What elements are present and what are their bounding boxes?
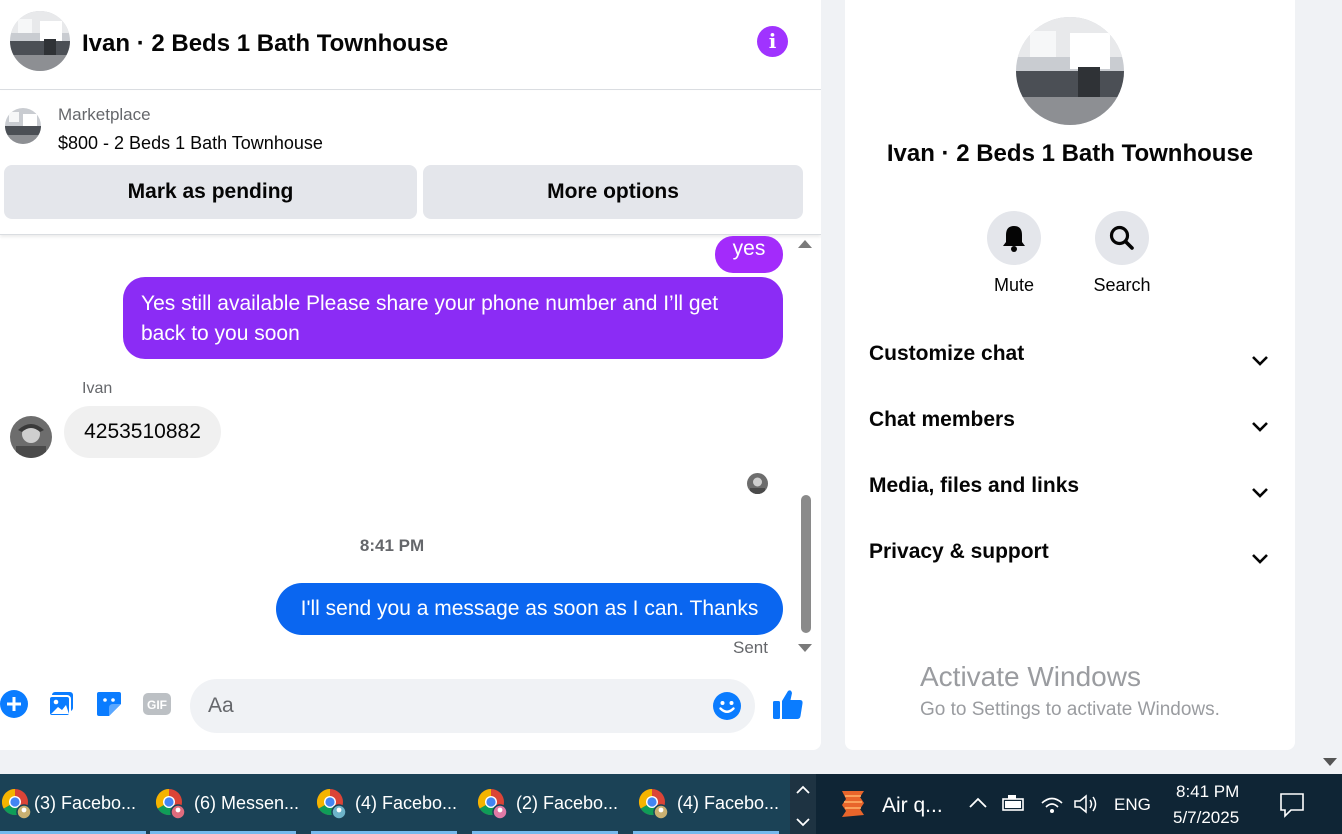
- scrollbar-thumb[interactable]: [801, 495, 811, 633]
- section-customize-chat[interactable]: Customize chat: [869, 342, 1269, 382]
- message-timestamp: 8:41 PM: [359, 536, 425, 555]
- chat-panel: Ivan · 2 Beds 1 Bath Townhouse i Marketp…: [0, 0, 821, 750]
- taskbar-item-label: (6) Messen...: [194, 793, 300, 813]
- mark-as-pending-button[interactable]: Mark as pending: [4, 165, 417, 219]
- chrome-icon: [154, 787, 188, 821]
- taskbar-apps: (3) Facebo... (6) Messen... (4) Facebo..…: [0, 774, 790, 834]
- details-title: Ivan · 2 Beds 1 Bath Townhouse: [886, 140, 1254, 167]
- chrome-icon: [0, 787, 34, 821]
- message-composer: GIF: [0, 662, 821, 750]
- section-chat-members[interactable]: Chat members: [869, 408, 1269, 448]
- taskbar-item[interactable]: (4) Facebo...: [311, 774, 457, 834]
- conversation-details-panel: Ivan · 2 Beds 1 Bath Townhouse Mute Sear…: [845, 0, 1295, 750]
- marketplace-label: Marketplace: [58, 105, 151, 124]
- notification-icon[interactable]: [1278, 791, 1306, 824]
- section-label: Chat members: [869, 408, 1015, 431]
- chevron-down-icon: [1251, 416, 1269, 440]
- language-indicator[interactable]: ENG: [1114, 795, 1151, 815]
- page-scroll-down-arrow[interactable]: [1323, 758, 1337, 766]
- taskbar-scroll: [790, 774, 816, 834]
- thumbs-up-icon[interactable]: [772, 688, 804, 720]
- outgoing-message: I'll send you a message as soon as I can…: [276, 583, 783, 635]
- taskbar-item[interactable]: (2) Facebo...: [472, 774, 618, 834]
- outgoing-message: Yes still available Please share your ph…: [123, 277, 783, 359]
- mute-label: Mute: [993, 275, 1035, 295]
- chrome-icon: [476, 787, 510, 821]
- weather-icon[interactable]: [836, 787, 870, 826]
- watermark-subtitle: Go to Settings to activate Windows.: [920, 699, 1220, 720]
- taskbar-item-label: (4) Facebo...: [677, 793, 780, 813]
- chevron-down-icon: [1251, 548, 1269, 572]
- section-label: Customize chat: [869, 342, 1025, 365]
- taskbar-item-label: (3) Facebo...: [34, 793, 137, 813]
- wifi-icon[interactable]: [1040, 794, 1064, 819]
- battery-icon[interactable]: [1000, 794, 1026, 819]
- chevron-down-icon[interactable]: [796, 814, 810, 832]
- taskbar-item[interactable]: (3) Facebo...: [0, 774, 146, 834]
- search-label: Search: [1093, 275, 1151, 295]
- message-input[interactable]: [208, 679, 708, 733]
- read-receipt-avatar: [747, 473, 768, 494]
- section-label: Media, files and links: [869, 474, 1080, 497]
- chrome-icon: [637, 787, 671, 821]
- clock-date[interactable]: 5/7/2025: [1173, 808, 1239, 828]
- system-tray: Air q... ENG 8:41 PM 5/7/2025: [816, 774, 1342, 834]
- info-icon[interactable]: i: [757, 26, 788, 57]
- chevron-down-icon: [1251, 350, 1269, 374]
- message-list: yes Yes still available Please share you…: [0, 236, 821, 662]
- chevron-down-icon: [1251, 482, 1269, 506]
- svg-text:GIF: GIF: [147, 698, 167, 712]
- listing-avatar[interactable]: [10, 11, 70, 71]
- gif-icon[interactable]: GIF: [142, 690, 171, 718]
- chevron-up-icon[interactable]: [968, 796, 988, 815]
- mute-button[interactable]: Mute: [969, 211, 1059, 296]
- more-options-button[interactable]: More options: [423, 165, 803, 219]
- section-media-files-links[interactable]: Media, files and links: [869, 474, 1269, 514]
- marketplace-banner: Marketplace $800 - 2 Beds 1 Bath Townhou…: [0, 91, 821, 235]
- chat-header: Ivan · 2 Beds 1 Bath Townhouse i: [0, 0, 821, 90]
- chevron-up-icon[interactable]: [796, 782, 810, 800]
- volume-icon[interactable]: [1073, 794, 1099, 819]
- search-button[interactable]: Search: [1077, 211, 1167, 296]
- bell-icon[interactable]: [987, 211, 1041, 265]
- scroll-down-arrow[interactable]: [798, 644, 812, 652]
- chrome-icon: [315, 787, 349, 821]
- search-icon[interactable]: [1095, 211, 1149, 265]
- taskbar-item[interactable]: (6) Messen...: [150, 774, 300, 834]
- sender-avatar[interactable]: [10, 416, 52, 458]
- listing-title[interactable]: $800 - 2 Beds 1 Bath Townhouse: [58, 133, 323, 154]
- taskbar-item[interactable]: (4) Facebo...: [633, 774, 779, 834]
- sticker-icon[interactable]: [95, 690, 123, 718]
- emoji-icon[interactable]: [712, 691, 742, 721]
- listing-thumbnail[interactable]: [5, 108, 41, 144]
- taskbar: (3) Facebo... (6) Messen... (4) Facebo..…: [0, 774, 1342, 834]
- clock-time[interactable]: 8:41 PM: [1176, 782, 1239, 802]
- outgoing-message: yes: [715, 236, 783, 273]
- section-label: Privacy & support: [869, 540, 1049, 563]
- sender-name: Ivan: [82, 380, 113, 397]
- plus-icon[interactable]: [0, 690, 28, 718]
- taskbar-item-label: (4) Facebo...: [355, 793, 458, 813]
- message-input-box: [190, 679, 755, 733]
- weather-label[interactable]: Air q...: [882, 794, 943, 818]
- activate-windows-watermark: Activate Windows Go to Settings to activ…: [920, 661, 1220, 721]
- taskbar-item-label: (2) Facebo...: [516, 793, 619, 813]
- section-privacy-support[interactable]: Privacy & support: [869, 540, 1269, 580]
- incoming-message: 4253510882: [64, 406, 221, 458]
- chat-title[interactable]: Ivan · 2 Beds 1 Bath Townhouse: [82, 30, 448, 58]
- delivery-status: Sent: [733, 638, 768, 657]
- watermark-title: Activate Windows: [920, 661, 1141, 692]
- listing-avatar-large[interactable]: [1016, 17, 1124, 125]
- image-icon[interactable]: [47, 690, 75, 718]
- scroll-up-arrow[interactable]: [798, 240, 812, 248]
